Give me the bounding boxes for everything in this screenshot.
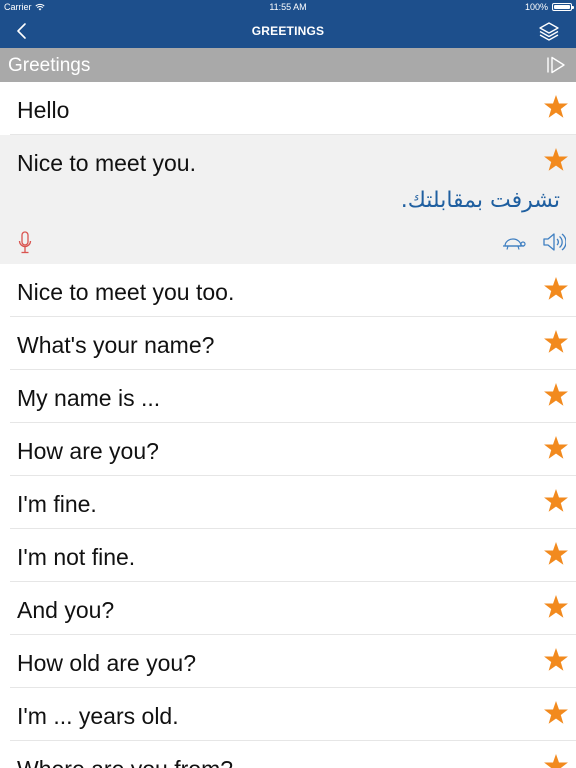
phrase-text: What's your name? xyxy=(17,332,215,358)
star-icon xyxy=(544,541,568,565)
star-icon xyxy=(544,382,568,406)
phrase-text: Nice to meet you. xyxy=(17,150,196,176)
favorite-star-button[interactable] xyxy=(544,435,568,460)
phrase-row[interactable]: And you? xyxy=(0,582,576,635)
phrase-text: And you? xyxy=(17,597,115,623)
favorite-star-button[interactable] xyxy=(544,594,568,619)
phrase-row[interactable]: My name is ... xyxy=(0,370,576,423)
phrase-text: I'm fine. xyxy=(17,491,97,517)
layers-button[interactable] xyxy=(538,20,560,42)
phrase-text: Where are you from? xyxy=(17,756,233,768)
favorite-star-button[interactable] xyxy=(544,488,568,513)
star-icon xyxy=(544,647,568,671)
phrase-text: I'm not fine. xyxy=(17,544,136,570)
star-icon xyxy=(544,94,568,118)
play-all-button[interactable] xyxy=(546,56,566,74)
section-header: Greetings xyxy=(0,48,576,82)
phrase-translation: تشرفت بمقابلتك. xyxy=(400,188,560,213)
star-icon xyxy=(544,594,568,618)
phrase-row[interactable]: Nice to meet you too. xyxy=(0,264,576,317)
phrase-row[interactable]: Hello xyxy=(0,82,576,135)
favorite-star-button[interactable] xyxy=(544,647,568,672)
phrase-text: My name is ... xyxy=(17,385,161,411)
favorite-star-button[interactable] xyxy=(544,94,568,119)
record-button[interactable] xyxy=(18,231,32,255)
phrase-row[interactable]: What's your name? xyxy=(0,317,576,370)
battery-icon xyxy=(552,3,574,11)
status-time: 11:55 AM xyxy=(269,2,307,12)
battery-percent: 100% xyxy=(524,2,548,12)
star-icon xyxy=(544,700,568,724)
status-bar: Carrier 11:55 AM 100% xyxy=(0,0,576,14)
phrase-row[interactable]: I'm ... years old. xyxy=(0,688,576,741)
favorite-star-button[interactable] xyxy=(544,329,568,354)
phrase-row[interactable]: Where are you from? xyxy=(0,741,576,768)
phrase-row[interactable]: I'm not fine. xyxy=(0,529,576,582)
star-icon xyxy=(544,435,568,459)
favorite-star-button[interactable] xyxy=(544,382,568,407)
navigation-bar: GREETINGS xyxy=(0,14,576,48)
star-icon xyxy=(544,147,568,171)
star-icon xyxy=(544,753,568,768)
star-icon xyxy=(544,329,568,353)
favorite-star-button[interactable] xyxy=(544,147,568,172)
phrase-text: How old are you? xyxy=(17,650,196,676)
phrase-text: I'm ... years old. xyxy=(17,703,179,729)
phrase-text: How are you? xyxy=(17,438,159,464)
app-root: Carrier 11:55 AM 100% GREETINGS Greeting… xyxy=(0,0,576,768)
speaker-icon xyxy=(543,233,567,251)
layers-icon xyxy=(539,22,559,41)
battery-fill xyxy=(554,5,570,9)
phrase-list: Hello Nice to meet you. تشرفت بمقابلتك. xyxy=(0,82,576,768)
star-icon xyxy=(544,276,568,300)
play-all-icon xyxy=(547,56,565,74)
favorite-star-button[interactable] xyxy=(544,753,568,768)
phrase-row[interactable]: How old are you? xyxy=(0,635,576,688)
phrase-row[interactable]: How are you? xyxy=(0,423,576,476)
slow-play-button[interactable] xyxy=(502,235,526,251)
star-icon xyxy=(544,488,568,512)
turtle-icon xyxy=(503,238,526,250)
section-title: Greetings xyxy=(8,55,91,76)
phrase-text: Nice to meet you too. xyxy=(17,279,235,305)
status-right: 100% xyxy=(524,2,574,12)
page-title: GREETINGS xyxy=(251,24,325,38)
phrase-row[interactable]: Nice to meet you. تشرفت بمقابلتك. xyxy=(0,135,576,264)
phrase-row[interactable]: I'm fine. xyxy=(0,476,576,529)
phrase-text: Hello xyxy=(17,97,70,123)
favorite-star-button[interactable] xyxy=(544,700,568,725)
favorite-star-button[interactable] xyxy=(544,541,568,566)
play-audio-button[interactable] xyxy=(542,231,567,253)
microphone-icon xyxy=(18,231,32,254)
favorite-star-button[interactable] xyxy=(544,276,568,301)
